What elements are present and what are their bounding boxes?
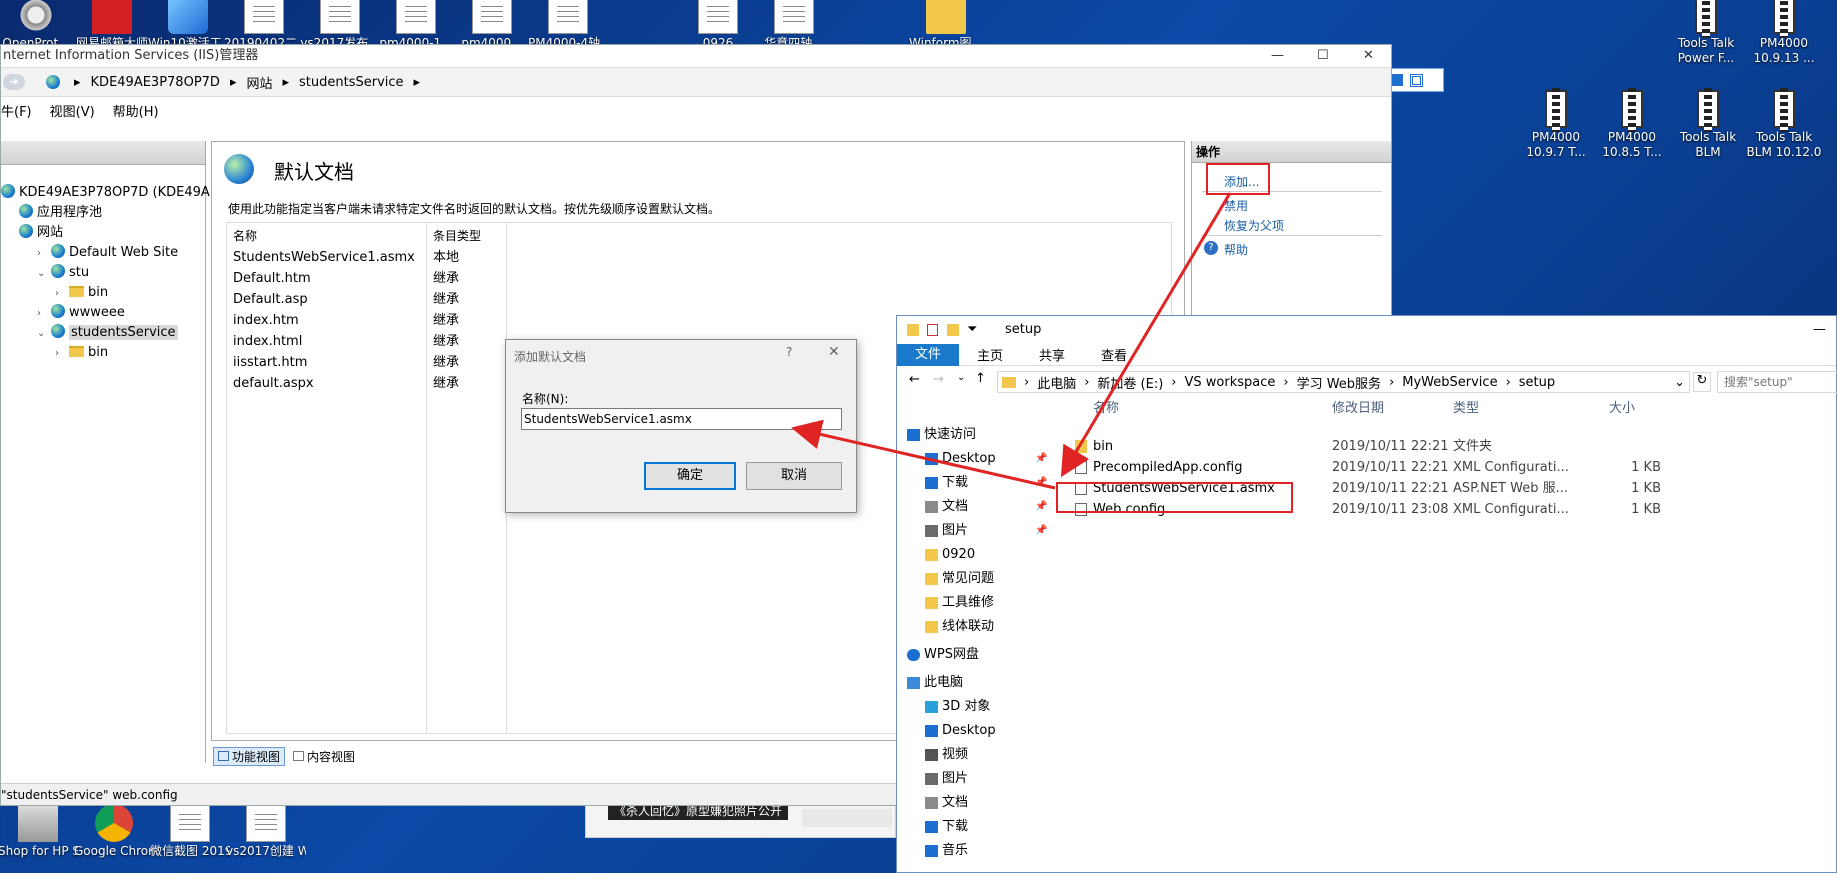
annotation-arrows [791,192,1232,490]
arrow-file-to-dialog [791,419,1056,490]
arrow-add-to-file [1060,192,1232,478]
